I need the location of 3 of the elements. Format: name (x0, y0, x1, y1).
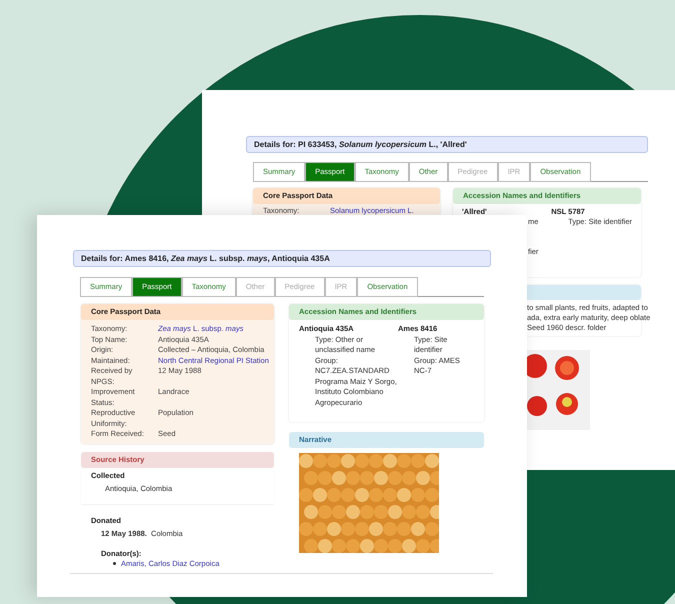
page-heading: Details for: PI 633453, Solanum lycopersicum L., 'Allred' (246, 136, 648, 153)
page-heading: Details for: Ames 8416, Zea mays L. subsp. mays, Antioquia 435A (73, 250, 491, 267)
bullet-icon (113, 562, 116, 565)
